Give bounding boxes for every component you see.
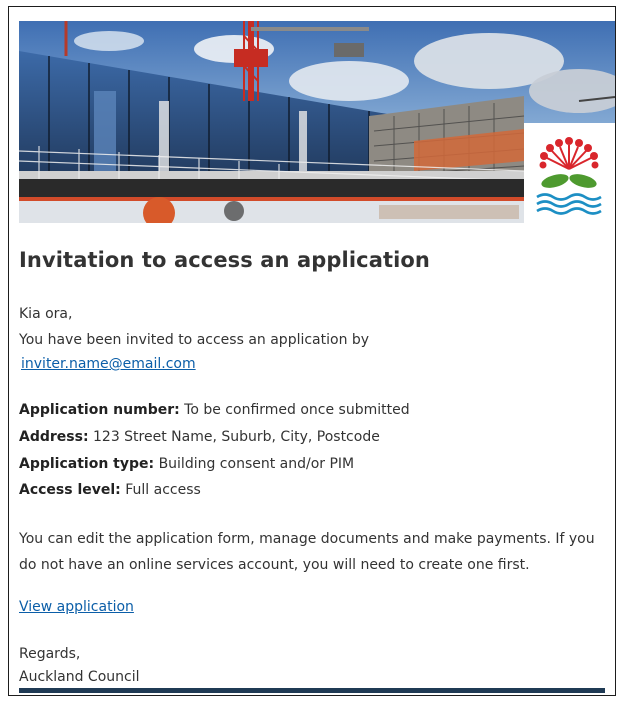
detail-application-type: Application type: Building consent and/o… [19, 454, 354, 474]
email-title: Invitation to access an application [19, 248, 430, 272]
detail-application-number: Application number: To be confirmed once… [19, 400, 410, 420]
view-application-link[interactable]: View application [19, 599, 134, 615]
intro-text: You have been invited to access an appli… [19, 332, 370, 348]
detail-value: 123 Street Name, Suburb, City, Postcode [93, 429, 380, 445]
inviter-email-link[interactable]: inviter.name@email.com [21, 356, 196, 372]
email-frame: Invitation to access an application Kia … [8, 6, 616, 696]
sign-off-text: Regards, [19, 646, 81, 662]
detail-value: Full access [125, 482, 201, 498]
detail-access-level: Access level: Full access [19, 480, 201, 500]
description-text: You can edit the application form, manag… [19, 531, 595, 573]
detail-label: Access level: [19, 482, 121, 498]
detail-label: Application type: [19, 456, 155, 472]
header-banner [19, 21, 615, 223]
greeting-text: Kia ora, [19, 306, 73, 322]
detail-address: Address: 123 Street Name, Suburb, City, … [19, 427, 380, 447]
detail-value: Building consent and/or PIM [158, 456, 355, 472]
detail-label: Address: [19, 429, 89, 445]
detail-value: To be confirmed once submitted [184, 402, 410, 418]
detail-label: Application number: [19, 402, 180, 418]
sender-text: Auckland Council [19, 669, 140, 685]
footer-bar [19, 688, 605, 693]
